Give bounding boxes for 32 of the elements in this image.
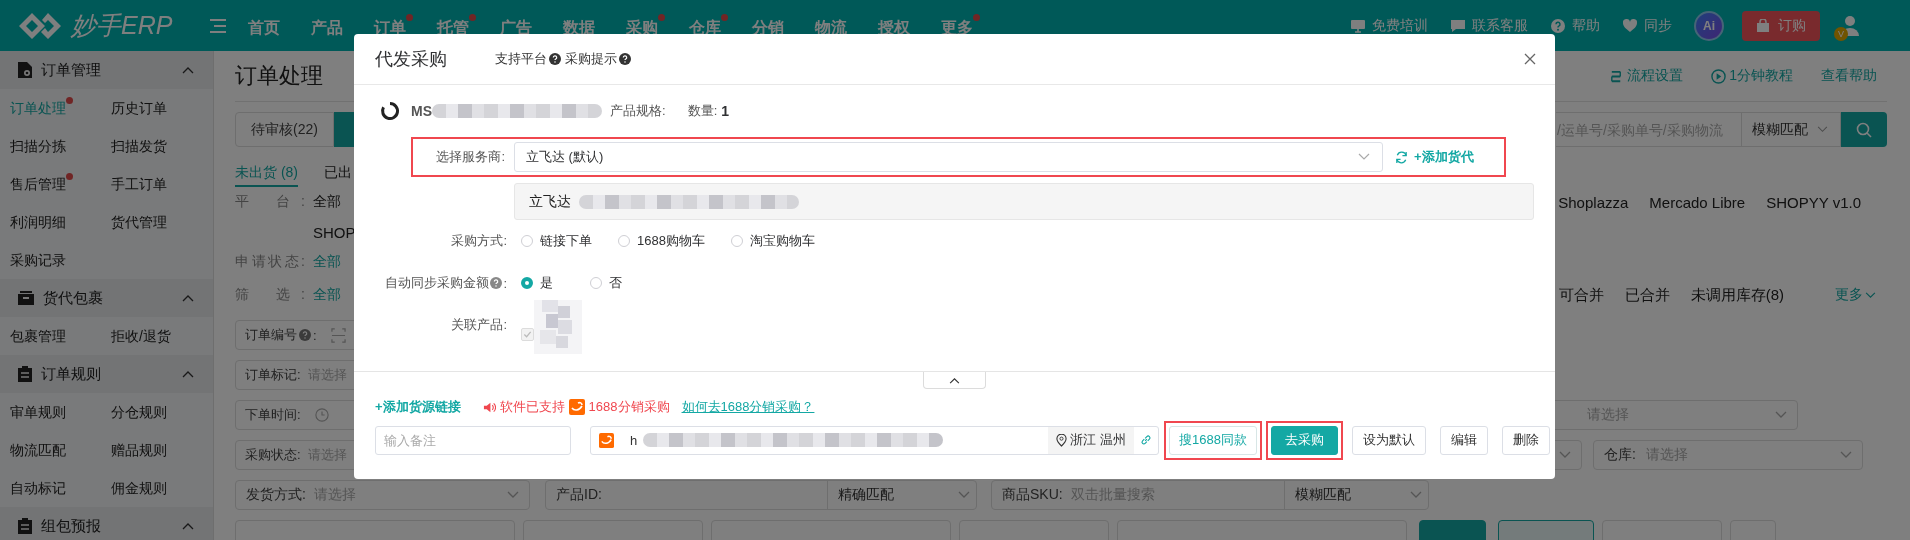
section-title: 货代包裹 <box>43 288 103 308</box>
quantity-label: 数量: <box>687 102 718 120</box>
url-text: h <box>629 432 638 448</box>
dialog-title: 代发采购 <box>375 48 447 71</box>
provider-name: 立飞达 <box>529 192 571 211</box>
field-label: 关联产品: <box>450 316 507 334</box>
field-label: 采购状态: <box>245 446 301 464</box>
field-label: 采购方式: <box>450 232 507 250</box>
page-title: 订单处理 <box>235 62 323 90</box>
platform-text: 1688分销采购 <box>588 398 670 416</box>
location-tag: 浙江 温州 <box>1048 426 1135 454</box>
logo-text: 妙手ERP <box>71 10 173 41</box>
field-label: : <box>503 275 507 291</box>
field-label: 仓库: <box>1604 446 1636 464</box>
notice-text: 软件已支持 <box>499 398 565 416</box>
section-title: 订单规则 <box>41 364 101 384</box>
field-label: 发货方式: <box>246 486 306 504</box>
field-label: 产品ID: <box>556 486 602 504</box>
filter-label: 平 台: <box>235 193 305 211</box>
spec-label: 产品规格: <box>610 102 666 120</box>
section-title: 组包预报 <box>41 516 101 536</box>
field-label: 自动同步采购金额 <box>385 274 490 292</box>
avatar-badge: V <box>1834 26 1848 41</box>
field-label: 下单时间: <box>245 406 301 424</box>
field-label: 选择服务商: <box>435 148 505 166</box>
field-label: 订单标记: <box>245 366 301 384</box>
quantity-value: 1 <box>721 103 730 119</box>
sku-text: MS <box>411 103 432 119</box>
field-label: 订单编号 <box>245 326 297 344</box>
field-label: 商品SKU: <box>1002 486 1063 504</box>
field-label: : <box>313 327 317 343</box>
section-title: 订单管理 <box>41 60 101 80</box>
